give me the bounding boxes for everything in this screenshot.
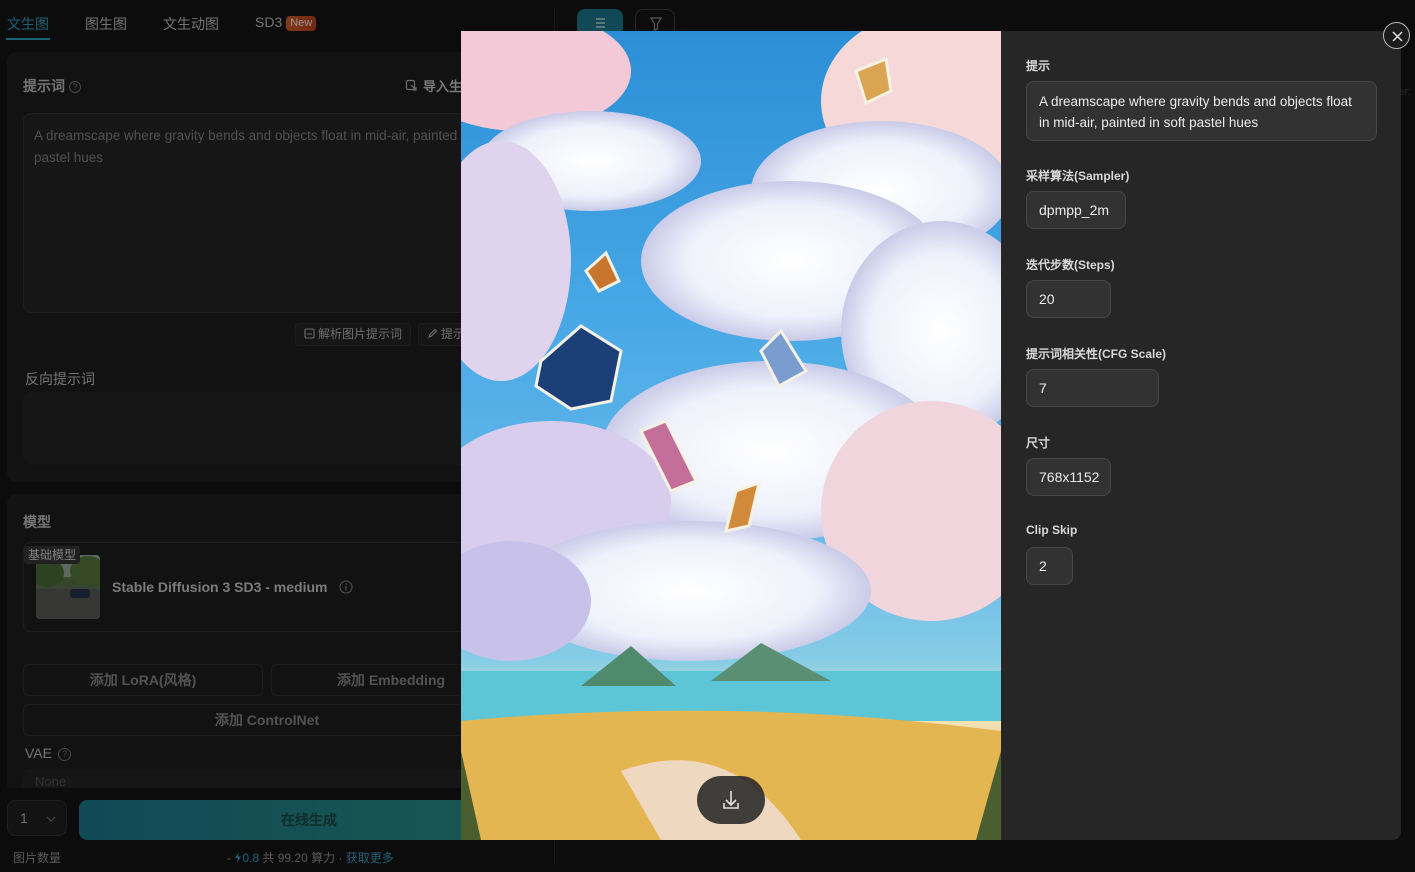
- download-icon: [723, 791, 739, 809]
- download-button[interactable]: [697, 776, 765, 824]
- generated-image: [461, 31, 1001, 840]
- close-icon: [1392, 31, 1403, 42]
- sampler-value: dpmpp_2m: [1026, 191, 1126, 229]
- size-value: 768x1152: [1026, 458, 1111, 496]
- modal-prompt-value: A dreamscape where gravity bends and obj…: [1026, 81, 1377, 141]
- clip-skip-label: Clip Skip: [1026, 523, 1078, 537]
- steps-value: 20: [1026, 280, 1111, 318]
- cfg-label: 提示词相关性(CFG Scale): [1026, 347, 1167, 361]
- cfg-value: 7: [1026, 369, 1159, 407]
- size-label: 尺寸: [1026, 436, 1051, 450]
- close-button[interactable]: [1383, 22, 1410, 49]
- steps-label: 迭代步数(Steps): [1026, 258, 1115, 272]
- app-root: { "tabs": [ {"label": "文生图", "active": t…: [0, 0, 1415, 872]
- clip-skip-value: 2: [1026, 547, 1073, 585]
- modal-prompt-label: 提示: [1026, 59, 1051, 73]
- generated-image-art: [461, 31, 1001, 840]
- sampler-label: 采样算法(Sampler): [1026, 169, 1130, 183]
